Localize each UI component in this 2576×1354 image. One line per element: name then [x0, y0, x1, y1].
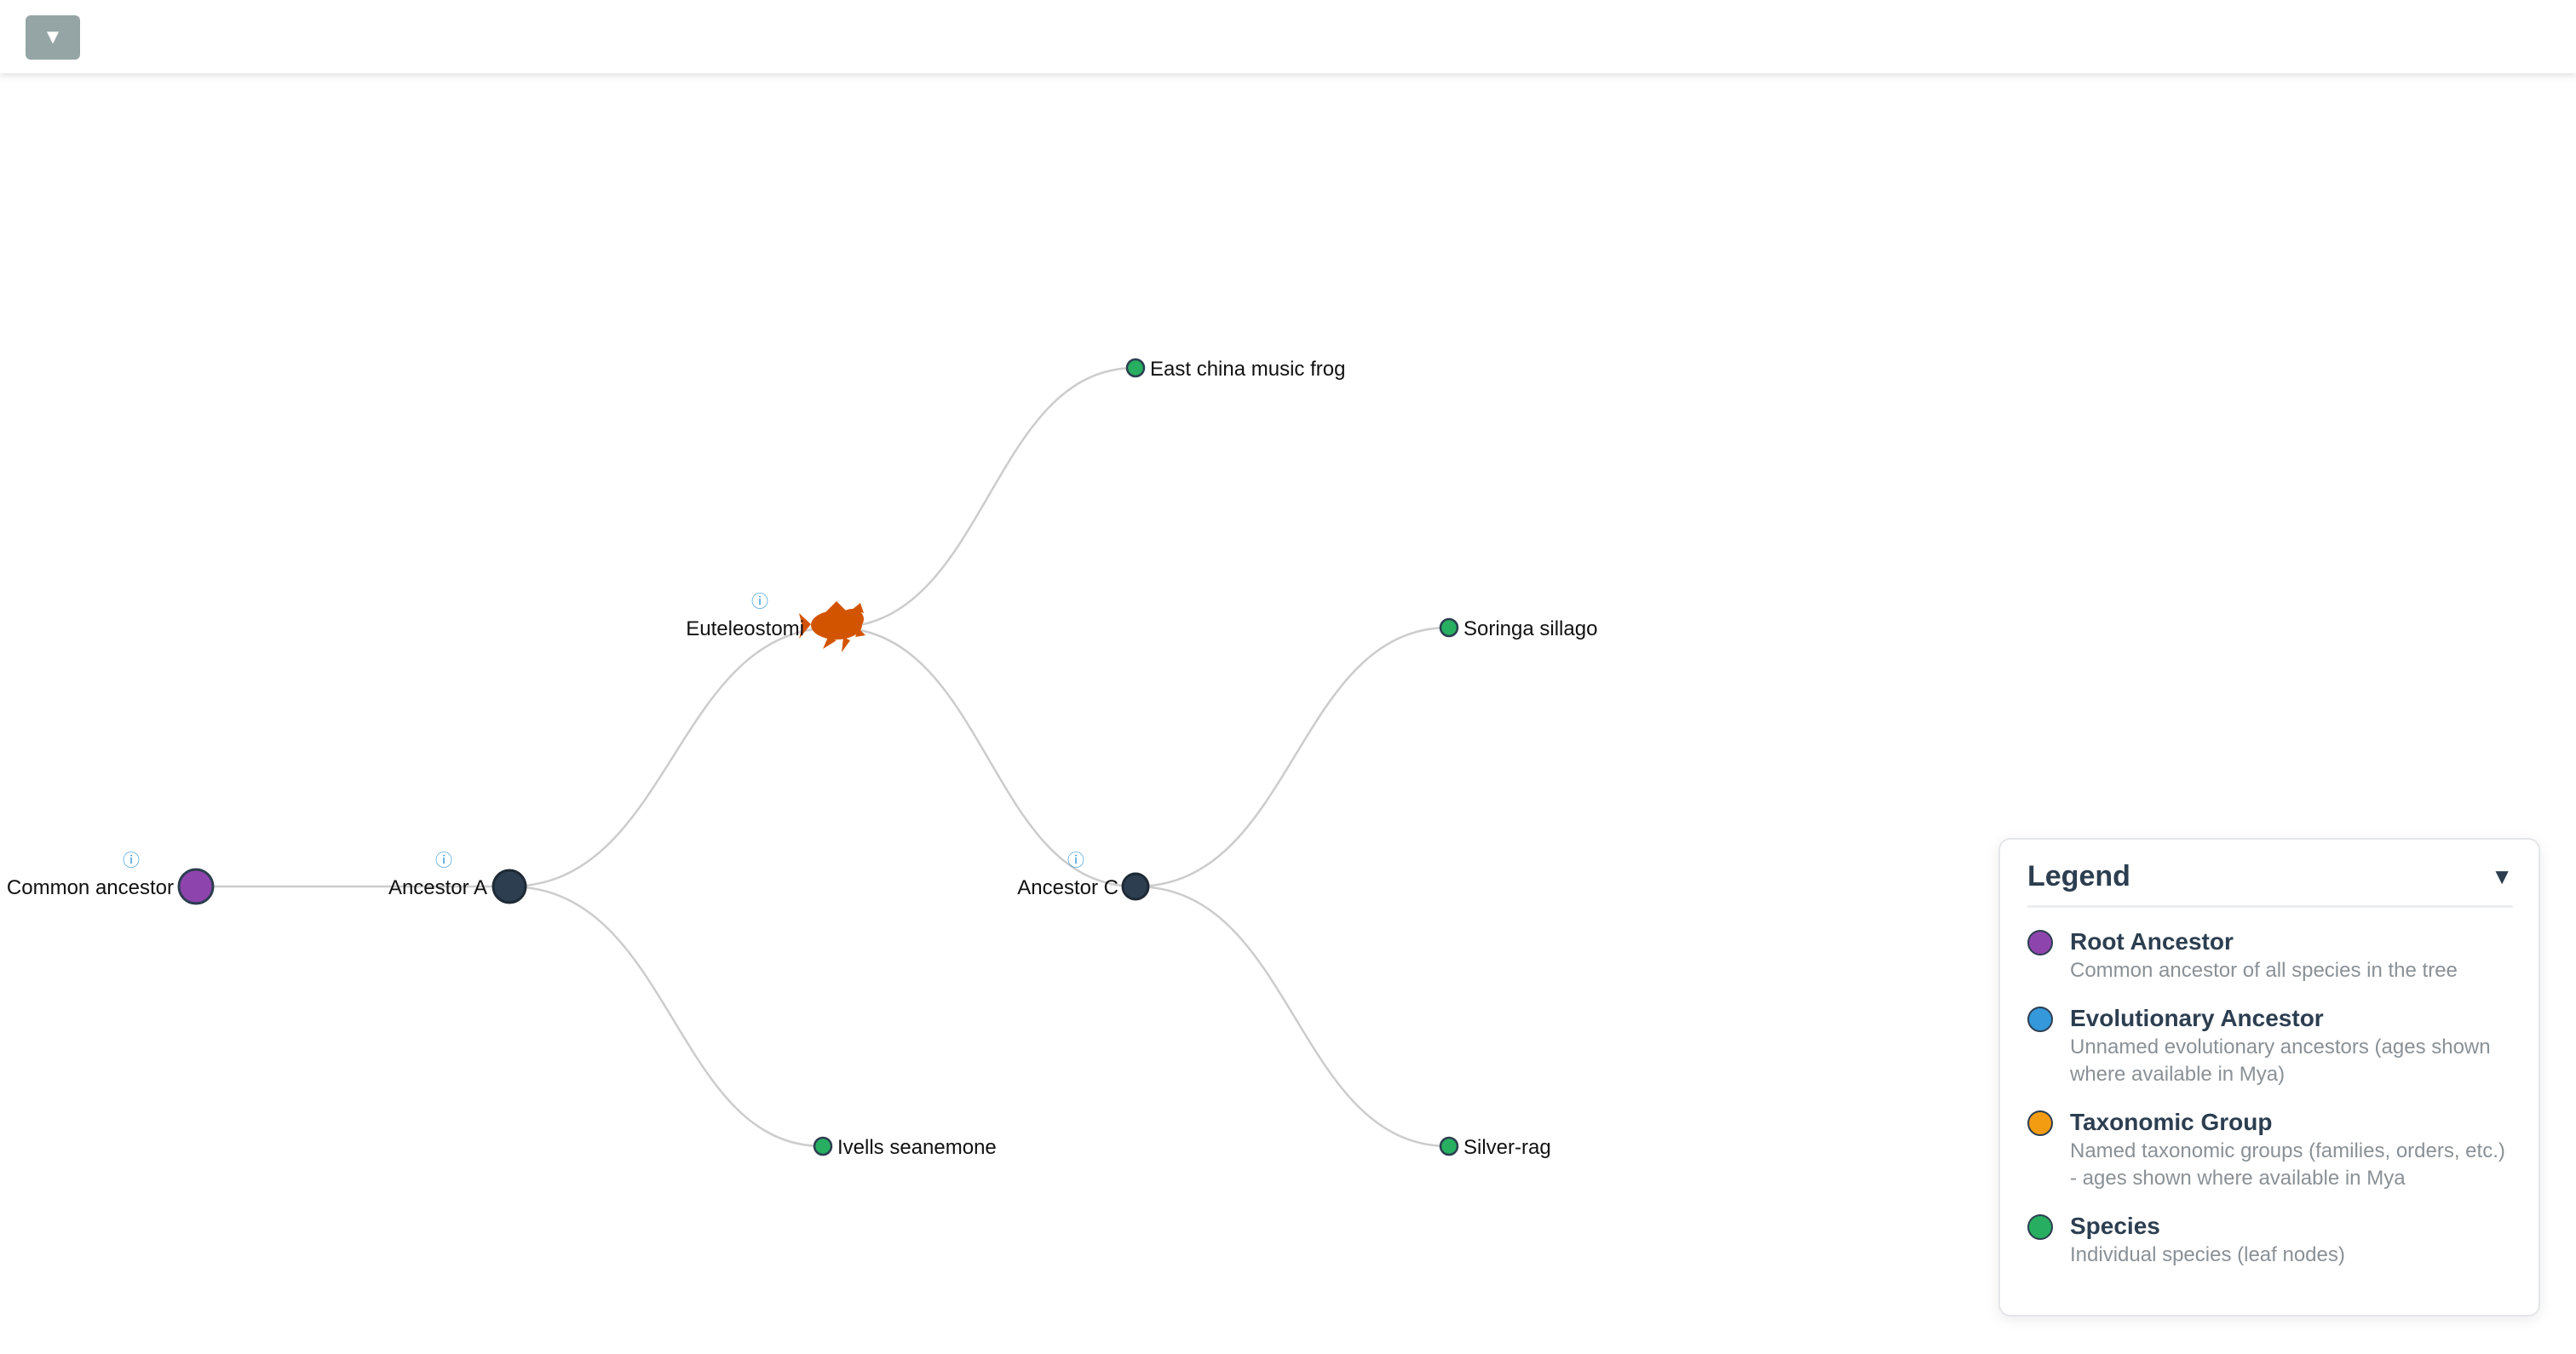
top-bar: ▼ [0, 0, 2576, 73]
legend-item-root-ancestor: Root Ancestor Common ancestor of all spe… [2027, 927, 2513, 984]
legend-item-evolutionary-ancestor: Evolutionary Ancestor Unnamed evolutiona… [2027, 1003, 2513, 1088]
ancestor-marker[interactable] [1121, 872, 1150, 901]
link-ancestor-c-to-silver-rag [1135, 885, 1450, 1148]
node-east-china-music-frog[interactable]: East china music frog [1125, 358, 1345, 381]
link-ancestor-c-to-soringa-sillago [1135, 626, 1450, 888]
legend-panel: Legend ▼ Root Ancestor Common ancestor o… [1998, 838, 2540, 1317]
legend-item-description: Named taxonomic groups (families, orders… [2070, 1139, 2505, 1190]
node-euteleostomi[interactable]: Euteleostomi ⓘ [686, 591, 865, 652]
root-ancestor-marker[interactable] [177, 868, 215, 905]
fish-silhouette-icon[interactable] [799, 601, 865, 652]
legend-item-label: Species [2070, 1213, 2160, 1239]
legend-item-species: Species Individual species (leaf nodes) [2027, 1211, 2513, 1269]
link-euteleostomi-to-east-china-music-frog [834, 366, 1136, 629]
info-icon[interactable]: ⓘ [751, 591, 768, 611]
info-icon[interactable]: ⓘ [1067, 850, 1084, 870]
legend-collapse-toggle[interactable]: ▼ [2491, 863, 2513, 890]
link-ancestor-a-to-ivells-seanemone [509, 885, 824, 1148]
species-marker[interactable] [1125, 358, 1146, 378]
evolutionary-ancestor-swatch [2027, 1007, 2053, 1032]
legend-item-taxonomic-group: Taxonomic Group Named taxonomic groups (… [2027, 1107, 2513, 1192]
legend-item-description: Unnamed evolutionary ancestors (ages sho… [2070, 1036, 2491, 1086]
taxonomic-group-swatch [2027, 1110, 2053, 1136]
node-label-east-china-music-frog: East china music frog [1150, 358, 1345, 381]
node-soringa-sillago[interactable]: Soringa sillago [1439, 617, 1597, 640]
node-label-ancestor-a: Ancestor A [388, 876, 487, 899]
menu-toggle-button[interactable]: ▼ [26, 15, 80, 60]
node-ancestor-a[interactable]: Ancestor A ⓘ [388, 850, 527, 904]
link-ancestor-a-to-euteleostomi [509, 626, 836, 888]
legend-item-description: Individual species (leaf nodes) [2070, 1243, 2345, 1266]
species-marker[interactable] [1439, 1136, 1459, 1156]
legend-item-label: Evolutionary Ancestor [2070, 1005, 2324, 1031]
node-label-soringa-sillago: Soringa sillago [1463, 617, 1597, 640]
ancestor-marker[interactable] [492, 869, 527, 904]
node-label-ivells-seanemone: Ivells seanemone [837, 1136, 997, 1159]
node-label-ancestor-c: Ancestor C [1017, 876, 1118, 899]
node-label-common-ancestor: Common ancestor [7, 876, 174, 899]
species-marker[interactable] [813, 1136, 833, 1156]
legend-item-label: Root Ancestor [2070, 928, 2234, 955]
tree-links [196, 366, 1450, 1148]
legend-header[interactable]: Legend ▼ [2027, 860, 2513, 908]
legend-item-description: Common ancestor of all species in the tr… [2070, 959, 2458, 982]
legend-title: Legend [2027, 860, 2130, 892]
species-swatch [2027, 1214, 2053, 1240]
info-icon[interactable]: ⓘ [435, 850, 452, 870]
species-marker[interactable] [1439, 617, 1459, 638]
node-common-ancestor[interactable]: Common ancestor ⓘ [7, 850, 215, 905]
node-ivells-seanemone[interactable]: Ivells seanemone [813, 1136, 997, 1159]
node-label-silver-rag: Silver-rag [1463, 1136, 1551, 1159]
legend-item-label: Taxonomic Group [2070, 1109, 2273, 1135]
info-icon[interactable]: ⓘ [123, 850, 140, 870]
node-label-euteleostomi: Euteleostomi [686, 617, 804, 640]
node-silver-rag[interactable]: Silver-rag [1439, 1136, 1551, 1159]
root-ancestor-swatch [2027, 930, 2053, 955]
link-euteleostomi-to-ancestor-c [834, 626, 1136, 888]
node-ancestor-c[interactable]: Ancestor C ⓘ [1017, 850, 1150, 901]
